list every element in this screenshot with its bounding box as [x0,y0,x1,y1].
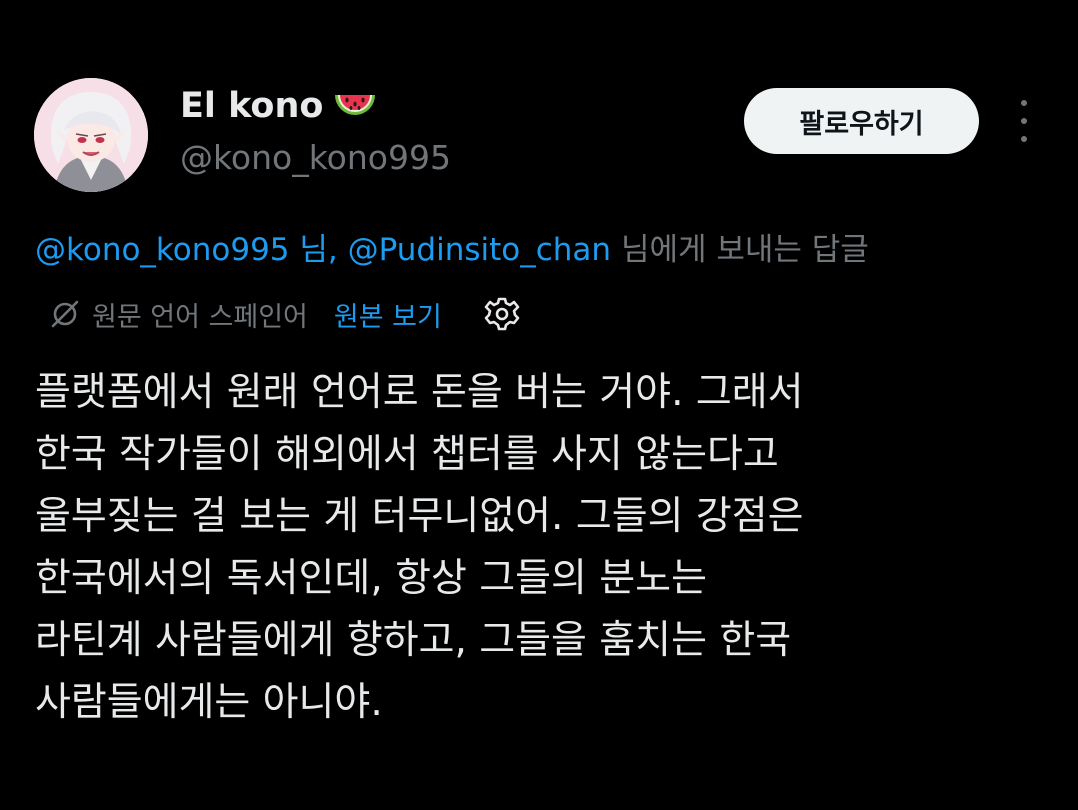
watermelon-icon [333,87,377,125]
avatar[interactable] [34,78,148,192]
reply-context: @kono_kono995 님, @Pudinsito_chan 님에게 보내는… [35,224,869,269]
tweet-line: 사람들에게는 아니야. [35,680,383,725]
tweet-line: 울부짖는 걸 보는 게 터무니없어. 그들의 강점은 [35,494,804,539]
tweet-text: 플랫폼에서 원래 언어로 돈을 버는 거야. 그래서 한국 작가들이 해외에서 … [35,362,1065,734]
translation-bar: 원문 언어 스페인어 원본 보기 [48,294,522,334]
translate-icon [51,300,79,328]
display-name-text: El kono [180,86,324,126]
reply-mention-2[interactable]: @Pudinsito_chan [348,232,611,268]
follow-button[interactable]: 팔로우하기 [744,88,979,154]
more-options-icon[interactable] [1010,100,1038,142]
reply-separator: 님, [289,232,348,268]
reply-mention-1[interactable]: @kono_kono995 [35,232,290,268]
source-language-label: 원문 언어 스페인어 [92,301,308,333]
display-name[interactable]: El kono [180,86,377,126]
user-handle[interactable]: @kono_kono995 [180,138,451,177]
tweet-line: 한국에서의 독서인데, 항상 그들의 분노는 [35,556,707,601]
reply-suffix: 님에게 보내는 답글 [611,232,869,268]
gear-icon[interactable] [482,294,522,334]
tweet-line: 플랫폼에서 원래 언어로 돈을 버는 거야. 그래서 [35,370,804,415]
tweet-line: 한국 작가들이 해외에서 챕터를 사지 않는다고 [35,432,779,477]
tweet-line: 라틴계 사람들에게 향하고, 그들을 훔치는 한국 [35,618,792,663]
view-original-link[interactable]: 원본 보기 [334,295,442,334]
